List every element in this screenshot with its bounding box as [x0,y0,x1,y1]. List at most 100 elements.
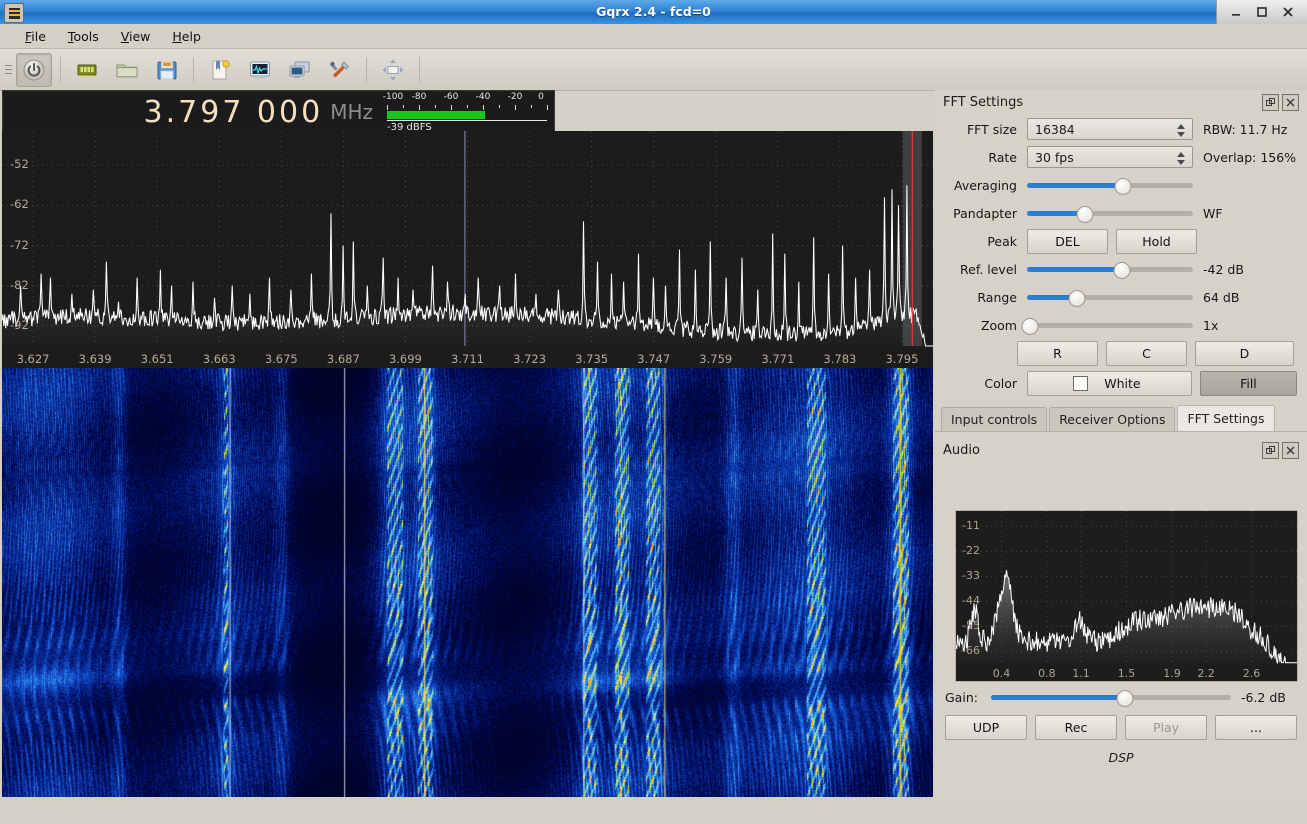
signal-meter-ticks [387,105,548,110]
audio-more-button[interactable]: ... [1215,715,1297,740]
meter-tick-label: -60 [443,92,459,102]
gain-slider[interactable] [991,688,1231,707]
rate-value: 30 fps [1035,149,1074,165]
fft-size-spin-arrows[interactable] [1177,121,1185,139]
reset-r-button[interactable]: R [1017,341,1098,366]
fft-x-tick-label: 3.795 [885,352,919,366]
ref-level-value: -42 dB [1203,261,1244,277]
fft-x-tick-label: 3.747 [637,352,671,366]
menu-tools-rest: ools [73,28,99,44]
fft-x-tick-label: 3.639 [78,352,112,366]
fft-plot[interactable]: -52 -62 -72 -82 -92 3.627 3.639 3.651 3.663 3.675… [2,131,933,368]
toolbar-separator [193,56,194,83]
minimize-button[interactable] [1223,1,1249,23]
meter-tick-label: -100 [382,92,404,102]
audio-close-icon[interactable] [1282,442,1299,459]
peak-row: Peak DEL Hold [935,228,1307,254]
menu-file[interactable]: File [14,26,57,47]
iq-monitor-icon[interactable] [242,53,278,87]
fft-x-tick-label: 3.783 [823,352,857,366]
pandapter-label: Pandapter [953,205,1017,221]
rec-button[interactable]: Rec [1035,715,1117,740]
dsp-label: DSP [1108,750,1134,765]
open-folder-icon[interactable] [109,53,145,87]
pandapter-row: Pandapter WF [935,200,1307,226]
rate-spin-arrows[interactable] [1177,149,1185,167]
toolbar-grip[interactable] [2,57,14,83]
range-label: Range [977,289,1017,305]
menu-bar: File Tools View Help [0,24,1307,49]
maximize-button[interactable] [1249,1,1275,23]
meter-tick-label: -80 [411,92,427,102]
tab-receiver-options[interactable]: Receiver Options [1049,407,1176,431]
menu-file-rest: ile [31,28,46,44]
tab-fft-settings[interactable]: FFT Settings [1177,405,1275,431]
menu-help[interactable]: Help [161,26,212,47]
fft-plot-svg [2,131,933,368]
color-label: Color [984,375,1017,391]
ref-level-slider[interactable] [1027,260,1193,279]
white-color-button[interactable]: White [1027,370,1192,396]
audio-y-tick-label: -11 [962,519,980,533]
udp-button[interactable]: UDP [945,715,1027,740]
audio-panel-title: Audio [943,442,980,458]
rate-combobox[interactable]: 30 fps [1027,146,1193,168]
meter-tick-label: -40 [475,92,491,102]
fft-size-row: FFT size 16384 RBW: 11.7 Hz [935,116,1307,142]
fft-size-combobox[interactable]: 16384 [1027,118,1193,140]
audio-button-row: UDP Rec Play ... [935,715,1307,740]
ref-level-label: Ref. level [960,261,1017,277]
audio-undock-icon[interactable] [1262,442,1279,459]
fft-undock-icon[interactable] [1262,94,1279,111]
power-button-icon[interactable] [16,52,52,87]
fft-x-tick-label: 3.687 [326,352,360,366]
window-controls [1216,0,1307,24]
save-floppy-icon[interactable] [149,53,185,87]
peak-del-button[interactable]: DEL [1027,228,1108,254]
fft-x-tick-label: 3.771 [761,352,795,366]
audio-y-tick-label: -33 [962,569,980,583]
demod-d-button[interactable]: D [1195,341,1294,366]
gain-row: Gain: -6.2 dB [935,684,1307,710]
audio-x-tick-label: 1.5 [1117,667,1136,680]
averaging-slider[interactable] [1027,176,1193,195]
overlap-text: Overlap: 156% [1203,149,1297,165]
range-slider[interactable] [1027,288,1193,307]
audio-y-tick-label: -66 [962,644,980,658]
fft-settings-header: FFT Settings [935,90,1307,114]
fft-size-label: FFT size [966,121,1017,137]
fft-close-icon[interactable] [1282,94,1299,111]
rcd-button-row: R C D [935,341,1307,366]
bookmark-icon[interactable] [202,53,238,87]
audio-spectrum-plot[interactable]: -11 -22 -33 -44 -55 -66 0.4 0.8 1.1 1.5 1.9 2.2 2.6 [955,510,1298,682]
frequency-digits[interactable]: 3.797 000 [144,95,324,130]
peak-hold-button[interactable]: Hold [1116,228,1197,254]
remote-control-icon[interactable] [282,53,318,87]
resize-arrows-icon[interactable] [375,53,411,87]
frequency-readout[interactable]: 3.797 000 MHz [3,91,381,133]
toolbar-separator [366,56,367,83]
pandapter-slider[interactable] [1027,204,1193,223]
zoom-slider[interactable] [1021,316,1193,335]
close-button[interactable] [1275,1,1301,23]
play-button: Play [1125,715,1207,740]
gain-label: Gain: [945,689,978,705]
tab-input-controls[interactable]: Input controls [941,407,1048,431]
tools-settings-icon[interactable] [322,53,358,87]
fft-x-tick-label: 3.735 [575,352,609,366]
fft-x-tick-label: 3.711 [451,352,484,366]
white-checkbox[interactable] [1073,375,1088,391]
audio-x-tick-label: 0.8 [1038,667,1056,680]
waterfall-display[interactable] [2,368,933,797]
menu-view[interactable]: View [110,26,162,47]
rate-label: Rate [988,149,1017,165]
tool-bar [0,49,1307,91]
fill-button[interactable]: Fill [1199,370,1297,396]
fft-y-tick-label: -52 [10,157,29,172]
pandapter-wf-label: WF [1203,205,1223,221]
dsp-chip-icon[interactable] [69,53,105,87]
gqrx-main-window: Gqrx 2.4 - fcd=0 File Tools View Help 3.… [0,0,1307,824]
center-c-button[interactable]: C [1106,341,1187,366]
audio-x-tick-label: 2.6 [1242,667,1261,680]
menu-tools[interactable]: Tools [57,26,110,47]
